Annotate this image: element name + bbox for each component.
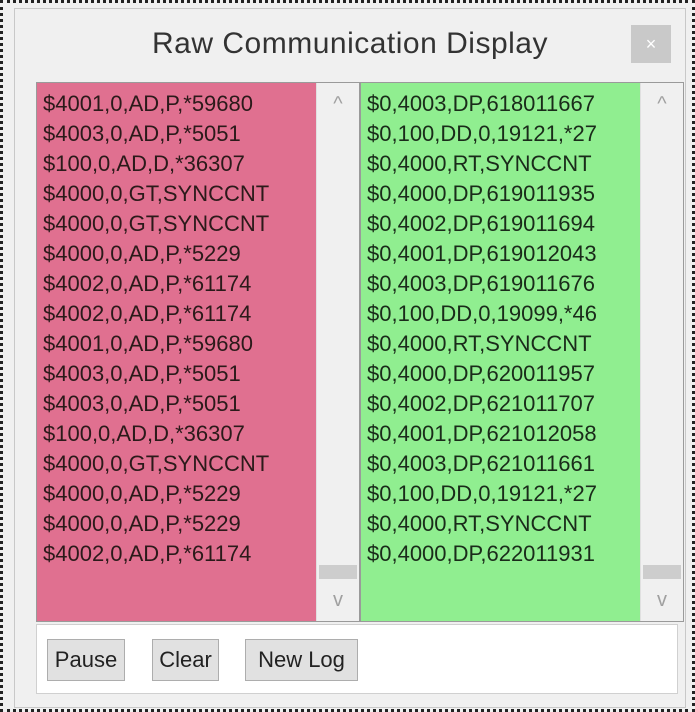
scrollbar-thumb[interactable] [643,565,681,579]
log-line[interactable]: $0,4002,DP,621011707 [361,389,643,419]
log-line[interactable]: $4002,0,AD,P,*61174 [37,269,319,299]
chevron-up-icon[interactable]: ^ [317,89,359,119]
button-bar: Pause Clear New Log [36,624,678,694]
log-line[interactable]: $4000,0,AD,P,*5229 [37,509,319,539]
log-line[interactable]: $0,4000,RT,SYNCCNT [361,509,643,539]
log-line[interactable]: $0,4003,DP,618011667 [361,89,643,119]
sent-log-scrollbar[interactable]: ^ v [316,83,359,621]
received-log-pane[interactable]: $0,4003,DP,618011667 $0,100,DD,0,19121,*2… [360,82,684,622]
log-line[interactable]: $0,4002,DP,619011694 [361,209,643,239]
log-line[interactable]: $0,4000,RT,SYNCCNT [361,149,643,179]
chevron-down-icon[interactable]: v [317,585,359,615]
log-line[interactable]: $4000,0,GT,SYNCCNT [37,209,319,239]
log-line[interactable]: $4003,0,AD,P,*5051 [37,119,319,149]
window-title: Raw Communication Display [152,27,548,60]
log-panes: $4001,0,AD,P,*59680 $4003,0,AD,P,*5051 $10… [36,82,684,622]
log-line[interactable]: $4001,0,AD,P,*59680 [37,329,319,359]
log-line[interactable]: $4000,0,AD,P,*5229 [37,239,319,269]
log-line[interactable]: $4000,0,GT,SYNCCNT [37,449,319,479]
log-line[interactable]: $0,4003,DP,619011676 [361,269,643,299]
log-line[interactable]: $0,4000,DP,620011957 [361,359,643,389]
log-line[interactable]: $4002,0,AD,P,*61174 [37,299,319,329]
close-icon: × [645,34,657,54]
received-log-scrollbar[interactable]: ^ v [640,83,683,621]
sent-log-pane[interactable]: $4001,0,AD,P,*59680 $4003,0,AD,P,*5051 $10… [36,82,360,622]
scrollbar-thumb[interactable] [319,565,357,579]
title-bar: Raw Communication Display × [15,9,685,81]
log-line[interactable]: $4002,0,AD,P,*61174 [37,539,319,569]
chevron-down-icon[interactable]: v [641,585,683,615]
log-line[interactable]: $4000,0,AD,P,*5229 [37,479,319,509]
clear-button[interactable]: Clear [152,639,219,681]
log-line[interactable]: $0,100,DD,0,19121,*27 [361,119,643,149]
chevron-up-icon[interactable]: ^ [641,89,683,119]
log-line[interactable]: $4003,0,AD,P,*5051 [37,359,319,389]
log-line[interactable]: $4000,0,GT,SYNCCNT [37,179,319,209]
pause-button[interactable]: Pause [47,639,125,681]
log-line[interactable]: $100,0,AD,D,*36307 [37,419,319,449]
log-line[interactable]: $0,100,DD,0,19099,*46 [361,299,643,329]
log-line[interactable]: $0,4000,DP,622011931 [361,539,643,569]
log-line[interactable]: $0,4001,DP,621012058 [361,419,643,449]
received-log-list: $0,4003,DP,618011667 $0,100,DD,0,19121,*2… [361,83,643,621]
log-line[interactable]: $0,4001,DP,619012043 [361,239,643,269]
log-line[interactable]: $4001,0,AD,P,*59680 [37,89,319,119]
log-line[interactable]: $0,4000,RT,SYNCCNT [361,329,643,359]
sent-log-list: $4001,0,AD,P,*59680 $4003,0,AD,P,*5051 $10… [37,83,319,621]
log-line[interactable]: $4003,0,AD,P,*5051 [37,389,319,419]
log-line[interactable]: $0,100,DD,0,19121,*27 [361,479,643,509]
close-button[interactable]: × [631,25,671,63]
log-line[interactable]: $100,0,AD,D,*36307 [37,149,319,179]
log-line[interactable]: $0,4003,DP,621011661 [361,449,643,479]
new-log-button[interactable]: New Log [245,639,358,681]
log-line[interactable]: $0,4000,DP,619011935 [361,179,643,209]
